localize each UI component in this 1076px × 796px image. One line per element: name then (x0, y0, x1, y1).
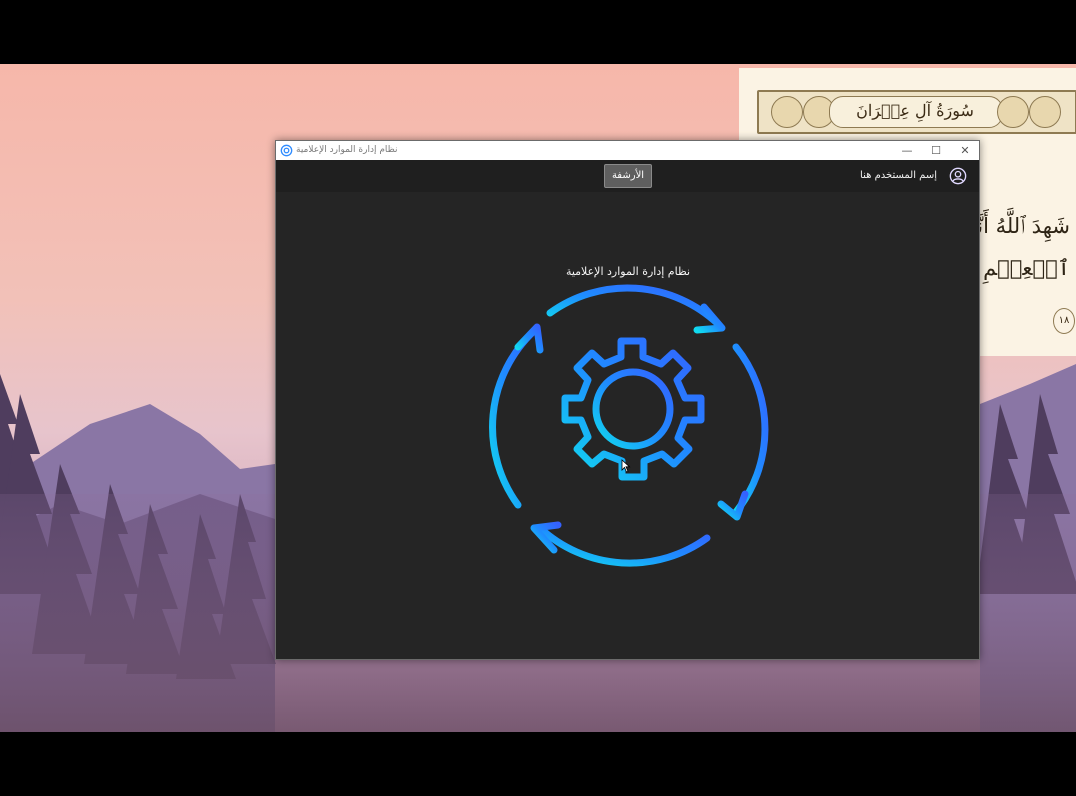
surah-header-frame: سُورَةُ آلِ عِمۡرَانَ (757, 90, 1076, 134)
app-window: نظام إدارة الموارد الإعلامية — ☐ ✕ الأرش… (275, 140, 980, 660)
gear-app-icon (280, 144, 293, 157)
letterbox-top (0, 0, 1076, 64)
ornament-rosette-icon (1029, 96, 1061, 128)
ornament-rosette-icon (997, 96, 1029, 128)
close-button[interactable]: ✕ (951, 141, 979, 160)
window-title: نظام إدارة الموارد الإعلامية (296, 145, 398, 155)
username-label[interactable]: إسم المستخدم هنا (860, 160, 937, 192)
minimize-button[interactable]: — (893, 141, 921, 160)
ornament-rosette-icon (771, 96, 803, 128)
maximize-button[interactable]: ☐ (922, 141, 950, 160)
mouse-cursor-icon (621, 459, 631, 473)
user-circle-icon[interactable] (949, 167, 967, 185)
archive-button[interactable]: الأرشفة (604, 164, 652, 188)
letterbox-bottom (0, 732, 1076, 796)
system-title: نظام إدارة الموارد الإعلامية (565, 265, 691, 278)
gear-refresh-icon (489, 284, 769, 567)
ayah-number-marker: ١٨ (1053, 308, 1075, 334)
app-toolbar: الأرشفة إسم المستخدم هنا (276, 160, 979, 192)
window-titlebar[interactable]: نظام إدارة الموارد الإعلامية — ☐ ✕ (276, 141, 979, 160)
surah-title: سُورَةُ آلِ عِمۡرَانَ (856, 101, 974, 120)
